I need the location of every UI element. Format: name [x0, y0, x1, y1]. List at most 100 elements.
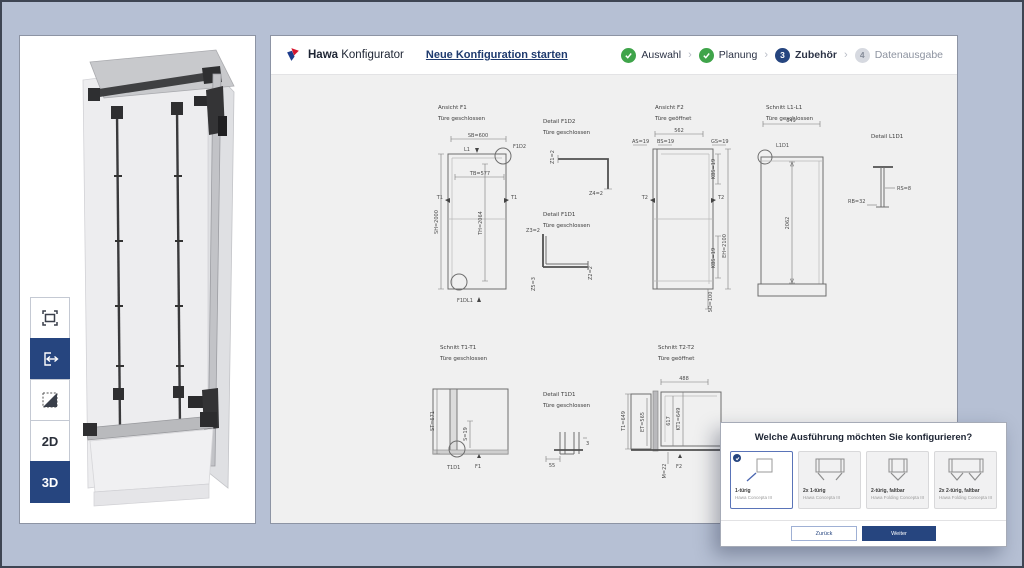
svg-text:T2: T2: [717, 195, 724, 201]
svg-text:ET=565: ET=565: [640, 412, 646, 432]
step-label: Auswahl: [641, 49, 682, 61]
svg-text:KBS=19: KBS=19: [711, 248, 717, 268]
svg-text:Z2=2: Z2=2: [588, 266, 594, 280]
svg-text:Schnitt T2-T2: Schnitt T2-T2: [658, 345, 694, 351]
viewer-toolbar: 2D 3D: [30, 297, 70, 503]
step-number-badge: 3: [775, 47, 791, 63]
svg-text:Z3=2: Z3=2: [526, 228, 540, 234]
option-card-row: 1-türig Hawa Concepta III 2x 1-türig Haw…: [721, 451, 1006, 509]
svg-text:649: 649: [786, 118, 796, 124]
bottom-track-endcap-right: [200, 412, 217, 427]
svg-text:T1D1: T1D1: [446, 465, 460, 471]
contrast-toggle-button[interactable]: [30, 379, 70, 421]
viewer-panel: 2D 3D: [19, 35, 256, 524]
step-datenausgabe[interactable]: 4 Datenausgabe: [854, 47, 943, 63]
drawing-detail-l1d1: Detail L1D1 RS=8 RB=32: [848, 134, 911, 208]
svg-text:Türe geschlossen: Türe geschlossen: [542, 223, 591, 229]
step-number-badge: 4: [854, 47, 870, 63]
view-3d-label: 3D: [41, 474, 59, 490]
svg-text:55: 55: [549, 463, 555, 469]
back-button[interactable]: Zurück: [791, 526, 857, 541]
svg-text:SB=600: SB=600: [468, 133, 488, 139]
brand-bold: Hawa: [308, 49, 339, 61]
step-label: Datenausgabe: [874, 49, 943, 61]
check-icon: [698, 47, 714, 63]
svg-text:TH=2064: TH=2064: [478, 211, 484, 236]
execution-dialog: Welche Ausführung möchten Sie konfigurie…: [720, 422, 1007, 547]
door-single-icon: [735, 455, 788, 485]
drawing-detail-f1d2: Detail F1D2 Türe geschlossen Z1=2 Z4=2: [542, 119, 612, 197]
option-label: 2x 1-türig: [803, 488, 826, 494]
new-configuration-link[interactable]: Neue Konfiguration starten: [426, 49, 568, 61]
check-icon: [621, 47, 637, 63]
option-label: 1-türig: [735, 488, 751, 494]
svg-text:S=19: S=19: [463, 427, 469, 441]
drawing-ansicht-f1: Ansicht F1 Türe geschlossen SB=600 L1 F1…: [434, 105, 526, 304]
bottom-track-endcap-left: [83, 423, 97, 436]
option-sublabel: Hawa Folding Concepta III: [939, 495, 993, 500]
option-card-1-tuerig[interactable]: 1-türig Hawa Concepta III: [730, 451, 793, 509]
svg-text:F2: F2: [676, 464, 682, 470]
step-auswahl[interactable]: Auswahl: [621, 47, 682, 63]
fullscreen-icon: [42, 310, 58, 326]
svg-text:Detail F1D1: Detail F1D1: [543, 212, 575, 218]
dialog-title: Welche Ausführung möchten Sie konfigurie…: [754, 432, 973, 443]
svg-text:ST=671: ST=671: [430, 411, 436, 431]
svg-text:2062: 2062: [785, 217, 791, 230]
svg-text:Türe geschlossen: Türe geschlossen: [437, 116, 486, 122]
view-3d-button[interactable]: 3D: [30, 461, 70, 503]
brand: Hawa Konfigurator: [285, 47, 404, 64]
svg-text:F1D2: F1D2: [513, 144, 526, 150]
rail-fitting: [111, 106, 123, 119]
half-filled-square-icon: [42, 392, 58, 408]
svg-text:Z5=3: Z5=3: [531, 277, 537, 291]
svg-text:Detail L1D1: Detail L1D1: [871, 134, 903, 140]
door-arrow-icon: [43, 352, 59, 366]
svg-text:T2: T2: [641, 195, 648, 201]
svg-text:KBS=19: KBS=19: [711, 159, 717, 179]
view-2d-label: 2D: [41, 433, 59, 449]
fullscreen-button[interactable]: [30, 297, 70, 339]
drawing-schnitt-t1-t1: Schnitt T1-T1 Türe geschlossen ST=671 S=…: [430, 345, 509, 471]
next-button[interactable]: Weiter: [862, 526, 936, 541]
main-header: Hawa Konfigurator Neue Konfiguration sta…: [271, 36, 957, 75]
svg-text:EH=2100: EH=2100: [722, 234, 728, 258]
svg-text:Detail T1D1: Detail T1D1: [543, 392, 576, 398]
step-separator: ›: [844, 49, 848, 61]
hinge-top-block: [218, 116, 227, 136]
svg-text:Türe geschlossen: Türe geschlossen: [542, 130, 591, 136]
rail-fitting: [171, 102, 183, 115]
svg-text:Türe geöffnet: Türe geöffnet: [657, 356, 695, 362]
svg-text:TB=577: TB=577: [469, 171, 490, 177]
svg-text:Detail F1D2: Detail F1D2: [543, 119, 575, 125]
svg-text:GS=19: GS=19: [711, 139, 729, 145]
door-open-toggle-button[interactable]: [30, 338, 70, 380]
option-card-2x-2-tuerig-faltbar[interactable]: 2x 2-türig, faltbar Hawa Folding Concept…: [934, 451, 997, 509]
svg-text:BS=19: BS=19: [657, 139, 674, 145]
svg-text:617: 617: [666, 416, 672, 426]
svg-text:Z1=2: Z1=2: [550, 150, 556, 164]
door-folding-icon: [871, 455, 924, 485]
svg-text:SO=100: SO=100: [708, 292, 714, 313]
svg-text:T1: T1: [510, 195, 517, 201]
option-card-2x-1-tuerig[interactable]: 2x 1-türig Hawa Concepta III: [798, 451, 861, 509]
brand-title: Hawa Konfigurator: [308, 49, 404, 61]
step-separator: ›: [688, 49, 692, 61]
view-2d-button[interactable]: 2D: [30, 420, 70, 462]
svg-text:SH=2000: SH=2000: [434, 210, 440, 234]
svg-text:Türe geschlossen: Türe geschlossen: [542, 403, 591, 409]
hinge-bottom: [188, 396, 204, 408]
step-label: Planung: [718, 49, 758, 61]
drawing-schnitt-l1-l1: Schnitt L1-L1 Türe geschlossen 649 L1D1 …: [757, 105, 827, 297]
step-planung[interactable]: Planung: [698, 47, 758, 63]
drawing-ansicht-f2: Ansicht F2 Türe geöffnet 562 AS=19 BS=19…: [632, 105, 731, 312]
svg-text:L1D1: L1D1: [776, 143, 789, 149]
app-window: 2D 3D Hawa Konfigurator Neue Konfigurati…: [0, 0, 1024, 568]
svg-text:L1: L1: [464, 147, 470, 153]
svg-text:Türe geschlossen: Türe geschlossen: [439, 356, 488, 362]
step-zubehoer[interactable]: 3 Zubehör: [775, 47, 837, 63]
option-card-2-tuerig-faltbar[interactable]: 2-türig, faltbar Hawa Folding Concepta I…: [866, 451, 929, 509]
svg-text:3: 3: [586, 441, 589, 447]
option-sublabel: Hawa Folding Concepta III: [871, 495, 925, 500]
svg-text:Schnitt L1-L1: Schnitt L1-L1: [766, 105, 802, 111]
